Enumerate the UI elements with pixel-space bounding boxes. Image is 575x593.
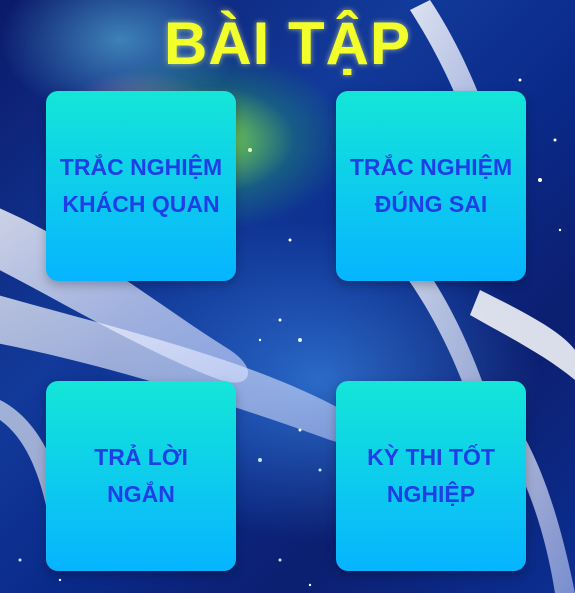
true-false-exercise-button[interactable]: TRẮC NGHIỆM ĐÚNG SAI <box>336 91 526 281</box>
card-label-line-2: NGẮN <box>107 481 175 507</box>
card-label-line-2: KHÁCH QUAN <box>62 191 220 217</box>
short-answer-exercise-button[interactable]: TRẢ LỜI NGẮN <box>46 381 236 571</box>
card-label-line-2: ĐÚNG SAI <box>374 191 488 217</box>
card-label: TRẢ LỜI NGẮN <box>86 439 196 513</box>
graduation-exam-button[interactable]: KỲ THI TỐT NGHIỆP <box>336 381 526 571</box>
multiple-choice-exercise-button[interactable]: TRẮC NGHIỆM KHÁCH QUAN <box>46 91 236 281</box>
card-label-line-1: TRẢ LỜI <box>94 444 188 470</box>
card-label-line-1: TRẮC NGHIỆM <box>349 154 513 180</box>
card-label: KỲ THI TỐT NGHIỆP <box>359 439 503 513</box>
card-label: TRẮC NGHIỆM KHÁCH QUAN <box>52 149 230 223</box>
card-label: TRẮC NGHIỆM ĐÚNG SAI <box>342 149 520 223</box>
card-label-line-1: TRẮC NGHIỆM <box>59 154 223 180</box>
page-title: BÀI TẬP <box>164 10 411 77</box>
card-label-line-1: KỲ THI TỐT <box>367 444 495 470</box>
card-label-line-2: NGHIỆP <box>386 481 476 507</box>
